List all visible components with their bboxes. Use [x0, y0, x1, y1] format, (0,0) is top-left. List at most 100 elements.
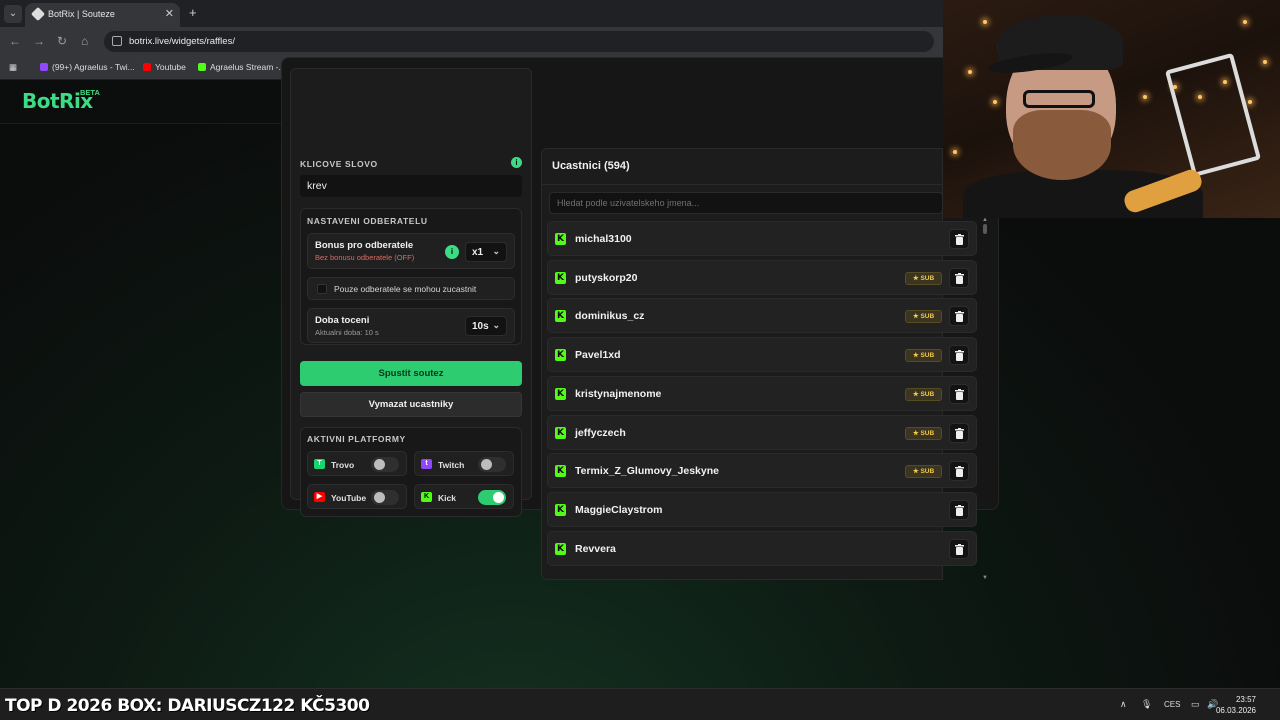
network-icon[interactable]: ▭ [1191, 699, 1200, 710]
info-icon[interactable]: i [511, 157, 522, 168]
trash-icon [955, 466, 964, 478]
participant-username: Revvera [575, 542, 616, 555]
subscriber-badge: ★ SUB [905, 387, 942, 401]
trash-icon [955, 272, 964, 284]
subscribers-only-row[interactable]: Pouze odberatele se mohou zucastnit [307, 277, 515, 300]
bonus-multiplier-select[interactable]: x1 ⌄ [465, 242, 507, 262]
participant-row: K Revvera [547, 530, 977, 566]
forward-icon[interactable]: → [33, 34, 45, 48]
bookmark-youtube[interactable]: Youtube [143, 62, 186, 72]
back-icon[interactable]: ← [9, 34, 21, 48]
url-field[interactable]: botrix.live/widgets/raffles/ [104, 31, 934, 52]
kick-toggle[interactable] [478, 490, 506, 505]
spin-duration-select[interactable]: 10s ⌄ [465, 316, 507, 336]
bonus-status: Bez bonusu odberatele (OFF) [315, 253, 415, 262]
divider [542, 184, 943, 185]
tab-close-icon[interactable]: ✕ [165, 7, 174, 20]
botrix-favicon-icon [30, 6, 46, 22]
new-tab-button[interactable]: + [189, 5, 197, 20]
youtube-icon: ▶ [314, 492, 325, 502]
chevron-down-icon: ⌄ [492, 246, 500, 256]
scroll-down-icon[interactable]: ▼ [982, 575, 988, 581]
participant-list-scrollbar[interactable]: ▲ ▼ [982, 217, 988, 581]
participant-row: K MaggieClaystrom [547, 491, 977, 527]
participant-row: Kdominikus_cz ★ SUB [547, 298, 977, 334]
reload-icon[interactable]: ↻ [57, 34, 67, 48]
subscriber-badge: ★ SUB [905, 465, 942, 479]
participant-row: Kmichal3100 [547, 221, 977, 256]
trash-icon [955, 543, 964, 555]
subscriber-badge: ★ SUB [905, 426, 942, 440]
participant-username: jeffyczech [575, 426, 626, 439]
youtube-toggle[interactable] [371, 490, 399, 505]
participant-username: Pavel1xd [575, 349, 621, 362]
keyword-input[interactable]: krev [300, 175, 522, 197]
participant-username: dominikus_cz [575, 310, 645, 323]
platform-youtube: ▶ YouTube [307, 484, 407, 509]
subscriber-badge: ★ SUB [905, 271, 942, 285]
remove-participant-button[interactable] [949, 499, 969, 520]
trash-icon [955, 234, 964, 245]
microphone-icon[interactable]: 🎙 [1141, 699, 1152, 710]
remove-participant-button[interactable] [949, 461, 969, 482]
kick-icon: K [555, 349, 566, 362]
spin-duration-value: 10s [472, 321, 489, 332]
url-text: botrix.live/widgets/raffles/ [129, 36, 235, 47]
subscribers-only-label: Pouze odberatele se mohou zucastnit [334, 284, 477, 294]
language-indicator[interactable]: CES [1164, 700, 1180, 709]
clock[interactable]: 23:57 06.03.2026 [1216, 694, 1256, 716]
bookmark-kick[interactable]: Agraelus Stream -... [198, 62, 286, 72]
browser-tab-bar: ⌄ BotRix | Souteze ✕ + [0, 0, 943, 27]
subscribers-only-checkbox[interactable] [317, 284, 327, 294]
remove-participant-button[interactable] [949, 422, 969, 443]
home-icon[interactable]: ⌂ [81, 34, 88, 48]
platform-name: Trovo [331, 460, 355, 470]
remove-participant-button[interactable] [949, 345, 969, 366]
participant-row: Kkristynajmenome ★ SUB [547, 375, 977, 411]
scroll-thumb[interactable] [983, 224, 987, 234]
trovo-icon: T [314, 459, 325, 469]
kick-icon: K [555, 465, 566, 478]
twitch-icon: t [421, 459, 432, 469]
platform-name: Twitch [438, 460, 465, 470]
tab-search-button[interactable]: ⌄ [4, 5, 22, 23]
kick-icon: K [555, 387, 566, 400]
address-bar: ← → ↻ ⌂ botrix.live/widgets/raffles/ [0, 27, 943, 56]
twitch-toggle[interactable] [478, 457, 506, 472]
trash-icon [955, 427, 964, 439]
kick-icon: K [555, 310, 566, 323]
platform-name: YouTube [331, 493, 367, 503]
participant-search-input[interactable]: Hledat podle uzivatelskeho jmena... [549, 192, 943, 214]
site-info-icon[interactable] [112, 36, 122, 46]
platform-twitch: t Twitch [414, 451, 514, 476]
participant-username: kristynajmenome [575, 387, 662, 400]
beta-badge: BETA [80, 88, 100, 97]
trash-icon [955, 350, 964, 362]
date: 06.03.2026 [1215, 706, 1256, 715]
bookmark-label: Agraelus Stream -... [210, 62, 286, 72]
participant-row: Kputyskorp20 ★ SUB [547, 259, 977, 295]
remove-participant-button[interactable] [949, 538, 969, 559]
tray-chevron-icon[interactable]: ∧ [1120, 699, 1127, 710]
donation-ticker: TOP D 2026 BOX: DARIUSCZ122 KČ5300 [5, 696, 370, 716]
start-raffle-button[interactable]: Spustit soutez [300, 361, 522, 386]
bookmark-twitch[interactable]: (99+) Agraelus - Twi... [40, 62, 135, 72]
platform-kick: K Kick [414, 484, 514, 509]
youtube-icon [143, 63, 151, 71]
bonus-multiplier-value: x1 [472, 247, 484, 258]
apps-icon[interactable]: ▦ [9, 62, 17, 73]
browser-tab[interactable]: BotRix | Souteze ✕ [25, 3, 180, 27]
clear-participants-button[interactable]: Vymazat ucastniky [300, 392, 522, 417]
spin-duration-title: Doba toceni [315, 315, 370, 326]
bonus-title: Bonus pro odberatele [315, 240, 414, 251]
bonus-info-icon[interactable]: i [445, 245, 459, 259]
platforms-label: AKTIVNI PLATFORMY [307, 434, 406, 444]
webcam-overlay [943, 0, 1280, 218]
participant-row: K Termix_Z_Glumovy_Jeskyne ★ SUB [547, 453, 977, 489]
remove-participant-button[interactable] [949, 383, 969, 404]
kick-icon: K [555, 542, 566, 555]
remove-participant-button[interactable] [949, 267, 969, 288]
remove-participant-button[interactable] [949, 306, 969, 327]
trovo-toggle[interactable] [371, 457, 399, 472]
remove-participant-button[interactable] [949, 229, 969, 249]
